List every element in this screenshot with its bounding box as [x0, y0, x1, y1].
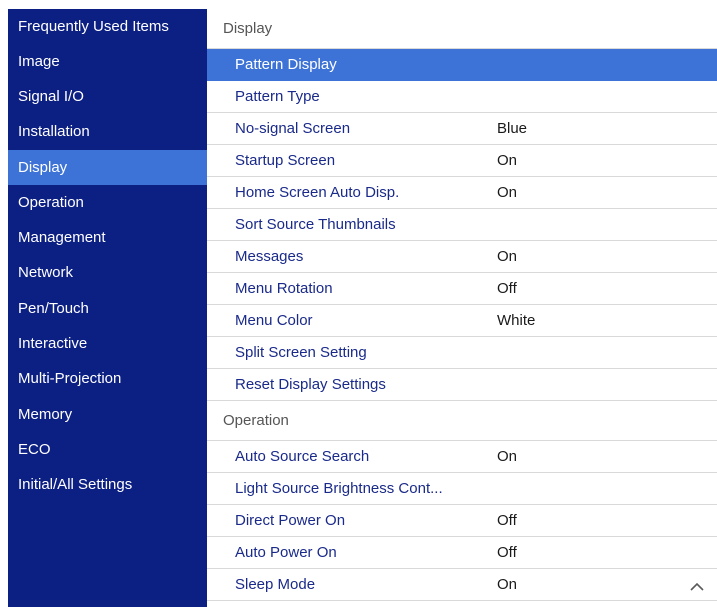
menu-row-sort-source-thumbnails[interactable]: Sort Source Thumbnails: [207, 209, 717, 241]
sidebar-item-installation[interactable]: Installation: [8, 114, 207, 149]
row-value: Off: [497, 544, 517, 561]
row-value: White: [497, 312, 536, 329]
row-value: Blue: [497, 120, 528, 137]
row-value: On: [497, 248, 518, 265]
sidebar-item-multi-projection[interactable]: Multi-Projection: [8, 361, 207, 396]
menu-row-auto-power-on[interactable]: Auto Power On Off: [207, 537, 717, 569]
row-value: On: [497, 448, 518, 465]
sidebar-item-interactive[interactable]: Interactive: [8, 326, 207, 361]
menu-row-split-screen-setting[interactable]: Split Screen Setting: [207, 337, 717, 369]
sidebar-item-pen-touch[interactable]: Pen/Touch: [8, 291, 207, 326]
sidebar-item-signal-io[interactable]: Signal I/O: [8, 79, 207, 114]
menu-row-pattern-display[interactable]: Pattern Display: [207, 49, 717, 81]
section-heading: Display: [223, 20, 273, 37]
menu-row-startup-screen[interactable]: Startup Screen On: [207, 145, 717, 177]
sidebar-item-image[interactable]: Image: [8, 44, 207, 79]
sidebar-item-management[interactable]: Management: [8, 220, 207, 255]
row-label: Sleep Mode: [235, 576, 316, 593]
row-label: No-signal Screen: [235, 120, 351, 137]
sidebar-item-display[interactable]: Display: [8, 150, 207, 185]
sidebar-item-eco[interactable]: ECO: [8, 432, 207, 467]
row-label: Direct Power On: [235, 512, 346, 529]
menu-row-pattern-type[interactable]: Pattern Type: [207, 81, 717, 113]
row-label: Menu Rotation: [235, 280, 333, 297]
row-label: Split Screen Setting: [235, 344, 367, 361]
row-label: Sort Source Thumbnails: [235, 216, 396, 233]
chevron-up-icon[interactable]: [687, 577, 707, 597]
section-heading: Operation: [223, 412, 289, 429]
menu-row-auto-source-search[interactable]: Auto Source Search On: [207, 441, 717, 473]
row-label: Auto Source Search: [235, 448, 370, 465]
sidebar-item-frequently-used-items[interactable]: Frequently Used Items: [8, 9, 207, 44]
sidebar-item-memory[interactable]: Memory: [8, 397, 207, 432]
row-label: Home Screen Auto Disp.: [235, 184, 400, 201]
row-label: Messages: [235, 248, 304, 265]
section-header-operation: Operation: [207, 401, 717, 441]
sidebar-item-operation[interactable]: Operation: [8, 185, 207, 220]
row-value: Off: [497, 512, 517, 529]
row-label: Pattern Type: [235, 88, 320, 105]
row-value: Off: [497, 280, 517, 297]
menu-row-menu-color[interactable]: Menu Color White: [207, 305, 717, 337]
row-value: On: [497, 184, 518, 201]
menu-row-menu-rotation[interactable]: Menu Rotation Off: [207, 273, 717, 305]
menu-row-light-source-brightness-control[interactable]: Light Source Brightness Cont...: [207, 473, 717, 505]
menu-row-messages[interactable]: Messages On: [207, 241, 717, 273]
menu-row-sleep-mode[interactable]: Sleep Mode On: [207, 569, 717, 601]
menu-row-direct-power-on[interactable]: Direct Power On Off: [207, 505, 717, 537]
menu-window: Frequently Used Items Image Signal I/O I…: [8, 9, 717, 607]
row-label: Startup Screen: [235, 152, 336, 169]
row-label: Reset Display Settings: [235, 376, 386, 393]
menu-row-no-signal-screen[interactable]: No-signal Screen Blue: [207, 113, 717, 145]
section-header-display: Display: [207, 9, 717, 49]
sidebar-item-initial-all-settings[interactable]: Initial/All Settings: [8, 467, 207, 502]
row-label: Light Source Brightness Cont...: [235, 480, 443, 497]
row-label: Pattern Display: [235, 56, 337, 73]
menu-row-home-screen-auto-disp[interactable]: Home Screen Auto Disp. On: [207, 177, 717, 209]
row-label: Menu Color: [235, 312, 313, 329]
sidebar: Frequently Used Items Image Signal I/O I…: [8, 9, 207, 607]
sidebar-item-network[interactable]: Network: [8, 255, 207, 290]
row-value: On: [497, 152, 518, 169]
row-label: Auto Power On: [235, 544, 337, 561]
row-value: On: [497, 576, 518, 593]
menu-row-reset-display-settings[interactable]: Reset Display Settings: [207, 369, 717, 401]
settings-panel: Display Pattern Display Pattern Type No-…: [207, 9, 717, 607]
